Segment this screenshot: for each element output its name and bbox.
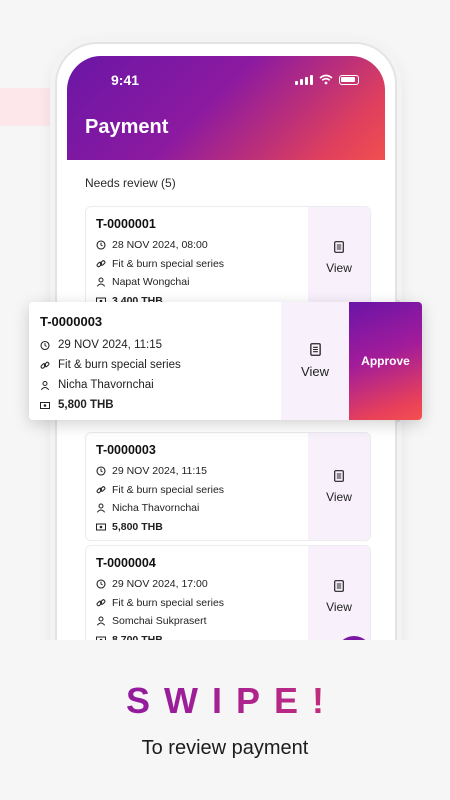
document-icon: [309, 343, 321, 356]
customer-name: Somchai Sukprasert: [112, 615, 207, 628]
transaction-datetime: 29 NOV 2024, 17:00: [112, 578, 208, 591]
program-name: Fit & burn special series: [112, 257, 225, 270]
document-icon: [334, 580, 344, 592]
wifi-icon: [319, 74, 333, 85]
user-icon: [96, 277, 106, 287]
user-icon: [40, 380, 50, 390]
link-icon: [96, 598, 106, 608]
transaction-id: T-0000001: [96, 217, 156, 231]
clock-icon: [96, 579, 106, 589]
battery-icon: [339, 74, 359, 85]
view-label: View: [326, 600, 352, 614]
customer-name: Nicha Thavornchai: [112, 502, 200, 515]
link-icon: [40, 360, 50, 370]
view-button[interactable]: View: [308, 433, 370, 540]
program-name: Fit & burn special series: [112, 596, 225, 609]
status-time: 9:41: [111, 72, 140, 88]
customer-name: Napat Wongchai: [112, 276, 190, 289]
transaction-id: T-0000004: [96, 556, 156, 570]
program-name: Fit & burn special series: [112, 483, 225, 496]
payment-card[interactable]: T-0000003 29 NOV 2024, 11:15 Fit & burn …: [85, 432, 371, 541]
swiped-payment-card[interactable]: T-0000003 29 NOV 2024, 11:15 Fit & burn …: [29, 302, 422, 420]
status-icons: [295, 74, 359, 85]
customer-name: Nicha Thavornchai: [58, 379, 154, 391]
payment-card[interactable]: T-0000001 28 NOV 2024, 08:00 Fit & burn …: [85, 206, 371, 310]
transaction-datetime: 29 NOV 2024, 11:15: [112, 465, 207, 478]
document-icon: [334, 469, 344, 482]
transaction-datetime: 28 NOV 2024, 08:00: [112, 239, 208, 252]
document-icon: [334, 241, 344, 253]
payment-amount: 5,800 THB: [58, 399, 114, 411]
clock-icon: [96, 466, 106, 476]
link-icon: [96, 259, 106, 269]
link-icon: [96, 485, 106, 495]
app-header: 9:41 Payment: [67, 56, 385, 160]
cellular-signal-icon: [295, 74, 313, 85]
needs-review-label: Needs review (5): [85, 176, 176, 190]
clock-icon: [40, 340, 50, 350]
promo-subline: To review payment: [141, 737, 309, 759]
user-icon: [96, 616, 106, 626]
cash-icon: [96, 522, 106, 532]
view-label: View: [301, 364, 329, 379]
view-label: View: [326, 261, 352, 275]
transaction-id: T-0000003: [96, 443, 156, 457]
promo-headline: SWIPE!: [0, 680, 450, 722]
user-icon: [96, 503, 106, 513]
view-button[interactable]: View: [308, 207, 370, 309]
program-name: Fit & burn special series: [58, 359, 181, 371]
background-accent: [0, 88, 56, 126]
cash-icon: [40, 400, 50, 410]
view-button[interactable]: View: [281, 302, 349, 420]
payment-amount: 5,800 THB: [112, 520, 163, 533]
clock-icon: [96, 240, 106, 250]
approve-button[interactable]: Approve: [349, 302, 422, 420]
view-label: View: [326, 489, 352, 504]
transaction-datetime: 29 NOV 2024, 11:15: [58, 339, 162, 351]
page-title: Payment: [85, 116, 169, 138]
transaction-id: T-0000003: [40, 314, 103, 329]
